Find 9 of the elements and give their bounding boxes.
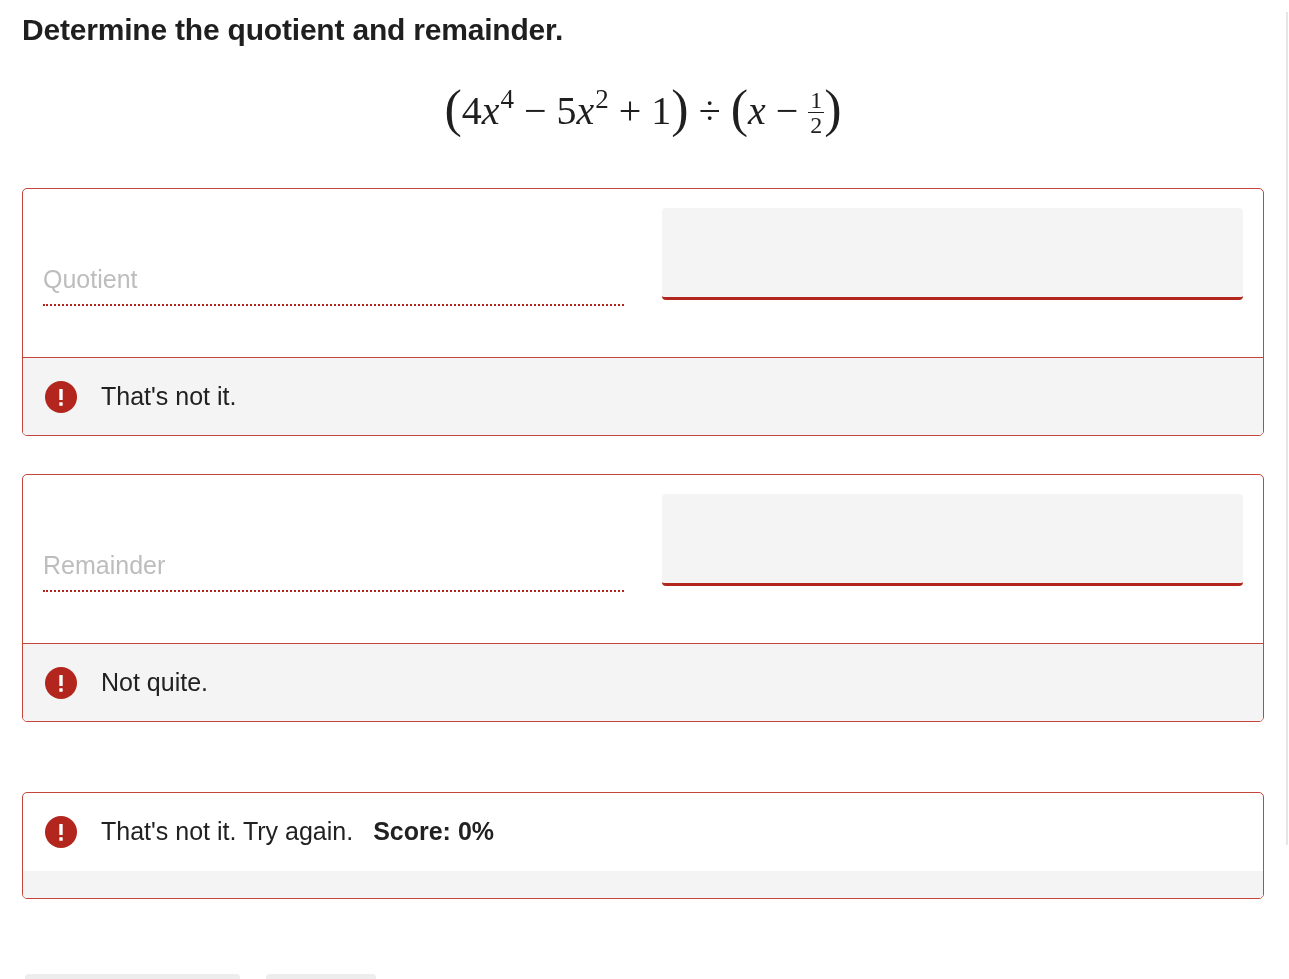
label-input[interactable]: Remainder	[43, 550, 624, 592]
answer-box[interactable]	[662, 494, 1243, 586]
feedback-text: That's not it.	[101, 380, 237, 412]
question-title: Determine the quotient and remainder.	[22, 12, 564, 48]
score-text: Score: 0%	[373, 816, 494, 848]
feedback-text: Not quite.	[101, 666, 208, 698]
feedback-text: That's not it. Try again.	[101, 816, 354, 848]
label-input[interactable]: Quotient	[43, 264, 624, 306]
answer-box[interactable]	[662, 208, 1243, 300]
